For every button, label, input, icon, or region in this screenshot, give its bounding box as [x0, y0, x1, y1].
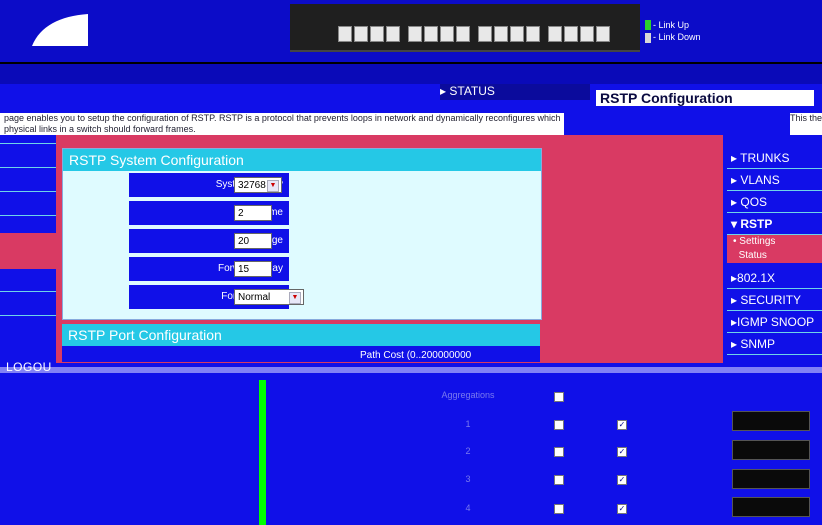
switch-port-icon	[424, 26, 438, 42]
switch-port-icon	[494, 26, 508, 42]
system-priority-value: 32768	[238, 180, 266, 191]
switch-port-icon	[354, 26, 368, 42]
switch-port-icon	[478, 26, 492, 42]
logout-link[interactable]: LOGOU	[6, 360, 52, 374]
page-description-right: This the	[790, 113, 822, 135]
sidebar-item-security[interactable]: ▸ SECURITY	[727, 289, 822, 311]
force-version-row: Force Version Normal ▼	[63, 285, 541, 313]
forward-delay-input[interactable]: 15	[234, 261, 272, 277]
column-divider	[259, 380, 266, 525]
switch-port-icon	[526, 26, 540, 42]
switch-port-icon	[548, 26, 562, 42]
sidebar-item-qos[interactable]: ▸ QOS	[727, 191, 822, 213]
path-cost-header: Path Cost (0..200000000	[360, 350, 472, 361]
chevron-right-icon: ▸	[440, 84, 447, 98]
sub-header-bar	[0, 64, 822, 84]
switch-port-icon	[386, 26, 400, 42]
table-header-band	[0, 367, 822, 373]
tab-status[interactable]: ▸ STATUS	[440, 84, 590, 100]
port1-path-cost-input[interactable]	[732, 411, 810, 431]
port4-enable-checkbox[interactable]	[554, 504, 564, 514]
switch-port-icon	[564, 26, 578, 42]
port2-enable-checkbox[interactable]	[554, 447, 564, 457]
sidebar-item-label: SECURITY	[740, 293, 802, 307]
sidebar-nav: ▸ TRUNKS ▸ VLANS ▸ QOS ▾ RSTP • Settings…	[727, 135, 822, 363]
port-label-4: 4	[465, 503, 471, 513]
port4-path-cost-input[interactable]	[732, 497, 810, 517]
link-up-swatch	[645, 20, 651, 30]
hello-time-row: Hello Time 2	[63, 201, 541, 229]
tab-status-label: STATUS	[449, 84, 495, 98]
page-title: RSTP Configuration	[596, 90, 814, 106]
hello-time-input[interactable]: 2	[234, 205, 272, 221]
port-table-area	[0, 363, 822, 525]
sidebar-subitem-label: Settings	[739, 236, 776, 247]
chevron-down-icon: ▼	[289, 292, 301, 304]
sidebar-item-label: SNMP	[740, 337, 776, 351]
left-column	[0, 135, 56, 363]
switch-port-icon	[580, 26, 594, 42]
page-description: page enables you to setup the configurat…	[0, 113, 564, 135]
port3-path-cost-input[interactable]	[732, 469, 810, 489]
port-label-2: 2	[465, 446, 471, 456]
port4-edge-checkbox[interactable]: ✓	[617, 504, 627, 514]
switch-port-icon	[408, 26, 422, 42]
port-label-1: 1	[465, 419, 471, 429]
chevron-down-icon: ▼	[267, 180, 279, 192]
rstp-port-config-title: RSTP Port Configuration	[62, 324, 540, 346]
port1-enable-checkbox[interactable]	[554, 420, 564, 430]
max-age-input[interactable]: 20	[234, 233, 272, 249]
switch-port-icon	[510, 26, 524, 42]
link-down-legend: - Link Down	[653, 32, 701, 42]
sidebar-item-rstp[interactable]: ▾ RSTP	[727, 213, 822, 235]
sidebar-item-label: 802.1X	[737, 271, 776, 285]
sidebar-subitem-label: Status	[738, 250, 767, 261]
port3-edge-checkbox[interactable]: ✓	[617, 475, 627, 485]
force-version-select[interactable]: Normal ▼	[234, 289, 304, 305]
port2-edge-checkbox[interactable]: ✓	[617, 447, 627, 457]
port1-edge-checkbox[interactable]: ✓	[617, 420, 627, 430]
switch-port-icon	[440, 26, 454, 42]
sidebar-item-8021x[interactable]: ▸802.1X	[727, 267, 822, 289]
sidebar-subitem-status[interactable]: Status	[727, 249, 822, 263]
switch-panel-image	[290, 4, 640, 52]
port3-enable-checkbox[interactable]	[554, 475, 564, 485]
rstp-system-config-panel: RSTP System Configuration System Priorit…	[62, 148, 542, 320]
switch-port-icon	[338, 26, 352, 42]
switch-port-icon	[370, 26, 384, 42]
logo-icon	[32, 14, 88, 46]
sidebar-item-vlans[interactable]: ▸ VLANS	[727, 169, 822, 191]
link-down-swatch	[645, 33, 651, 43]
switch-port-icon	[456, 26, 470, 42]
sidebar-item-label: VLANS	[740, 173, 780, 187]
sidebar-item-label: TRUNKS	[740, 151, 790, 165]
port-label-3: 3	[465, 474, 471, 484]
sidebar-subitem-settings[interactable]: • Settings	[727, 235, 822, 249]
rstp-system-config-title: RSTP System Configuration	[63, 149, 541, 171]
system-priority-row: System Priority 32768 ▼	[63, 173, 541, 201]
port-label-aggregations: Aggregations	[441, 390, 495, 400]
sidebar-item-trunks[interactable]: ▸ TRUNKS	[727, 147, 822, 169]
sidebar-item-label: RSTP	[740, 217, 773, 231]
header-banner: - Link Up - Link Down	[0, 0, 822, 62]
sidebar-item-label: IGMP SNOOP	[737, 315, 815, 329]
forward-delay-row: Forward Delay 15	[63, 257, 541, 285]
force-version-value: Normal	[238, 292, 271, 303]
sidebar-item-snmp[interactable]: ▸ SNMP	[727, 333, 822, 355]
aggregations-enable-checkbox[interactable]	[554, 392, 564, 402]
max-age-row: Max Age 20	[63, 229, 541, 257]
port2-path-cost-input[interactable]	[732, 440, 810, 460]
sidebar-item-igmp-snoop[interactable]: ▸IGMP SNOOP	[727, 311, 822, 333]
sidebar-item-label: QOS	[740, 195, 768, 209]
switch-port-icon	[596, 26, 610, 42]
link-up-legend: - Link Up	[653, 20, 690, 30]
system-priority-select[interactable]: 32768 ▼	[234, 177, 282, 193]
